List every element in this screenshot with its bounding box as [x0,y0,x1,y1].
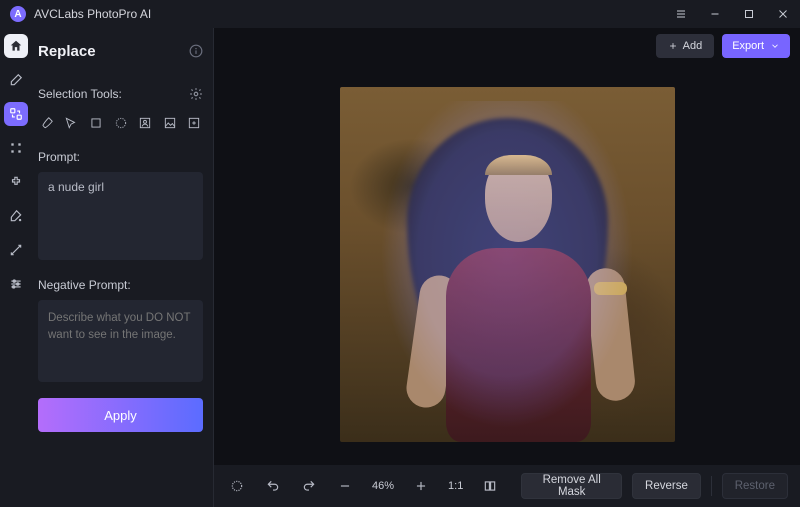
zoom-out-icon[interactable] [334,475,356,497]
main-area: Add Export [214,28,800,507]
bottom-bar: 46% 1:1 Remove All Mask Reverse Restore [214,465,800,507]
rail-sliders-icon[interactable] [4,272,28,296]
add-label: Add [683,40,703,52]
background-tool-icon[interactable] [161,114,179,132]
tool-rail [0,28,32,507]
lasso-tool-icon[interactable] [63,114,81,132]
divider [711,476,712,496]
info-icon[interactable] [189,44,203,58]
ellipse-tool-icon[interactable] [112,114,130,132]
minimize-icon[interactable] [700,0,730,28]
reverse-button[interactable]: Reverse [632,473,701,499]
brush-tool-icon[interactable] [38,114,56,132]
negative-prompt-label: Negative Prompt: [38,278,203,292]
app-title: AVCLabs PhotoPro AI [34,7,666,21]
titlebar: A AVCLabs PhotoPro AI [0,0,800,28]
add-button[interactable]: Add [656,34,715,58]
marquee-tool-icon[interactable] [87,114,105,132]
zoom-value: 46% [370,480,396,492]
selection-tools [38,114,203,132]
zoom-in-icon[interactable] [410,475,432,497]
rail-replace-icon[interactable] [4,102,28,126]
rail-puzzle-icon[interactable] [4,170,28,194]
app-logo: A [10,6,26,22]
menu-icon[interactable] [666,0,696,28]
export-button[interactable]: Export [722,34,790,58]
viewer-tools: 46% 1:1 [226,475,501,497]
apply-button[interactable]: Apply [38,398,203,432]
redo-icon[interactable] [298,475,320,497]
canvas-image [340,87,675,442]
rail-eraser-icon[interactable] [4,68,28,92]
restore-button[interactable]: Restore [722,473,788,499]
feature-title: Replace [38,43,189,60]
subject-tool-icon[interactable] [136,114,154,132]
rail-scale-icon[interactable] [4,238,28,262]
side-panel: Replace Selection Tools: Prompt: Negativ… [32,28,214,507]
undo-icon[interactable] [262,475,284,497]
plus-icon [668,41,678,51]
export-label: Export [732,40,764,52]
remove-mask-button[interactable]: Remove All Mask [521,473,622,499]
gear-icon[interactable] [189,87,203,101]
top-actions: Add Export [214,28,800,64]
chevron-down-icon [770,41,780,51]
canvas-viewport[interactable] [214,64,800,465]
compare-icon[interactable] [479,475,501,497]
prompt-label: Prompt: [38,150,203,164]
rail-fill-icon[interactable] [4,204,28,228]
rail-expand-icon[interactable] [4,136,28,160]
maximize-icon[interactable] [734,0,764,28]
window-controls [666,0,798,28]
prompt-input[interactable] [38,172,203,260]
one-to-one-button[interactable]: 1:1 [446,480,465,492]
close-icon[interactable] [768,0,798,28]
selection-tools-label: Selection Tools: [38,87,189,101]
negative-prompt-input[interactable] [38,300,203,382]
add-sel-tool-icon[interactable] [185,114,203,132]
rail-home-icon[interactable] [4,34,28,58]
reset-view-icon[interactable] [226,475,248,497]
